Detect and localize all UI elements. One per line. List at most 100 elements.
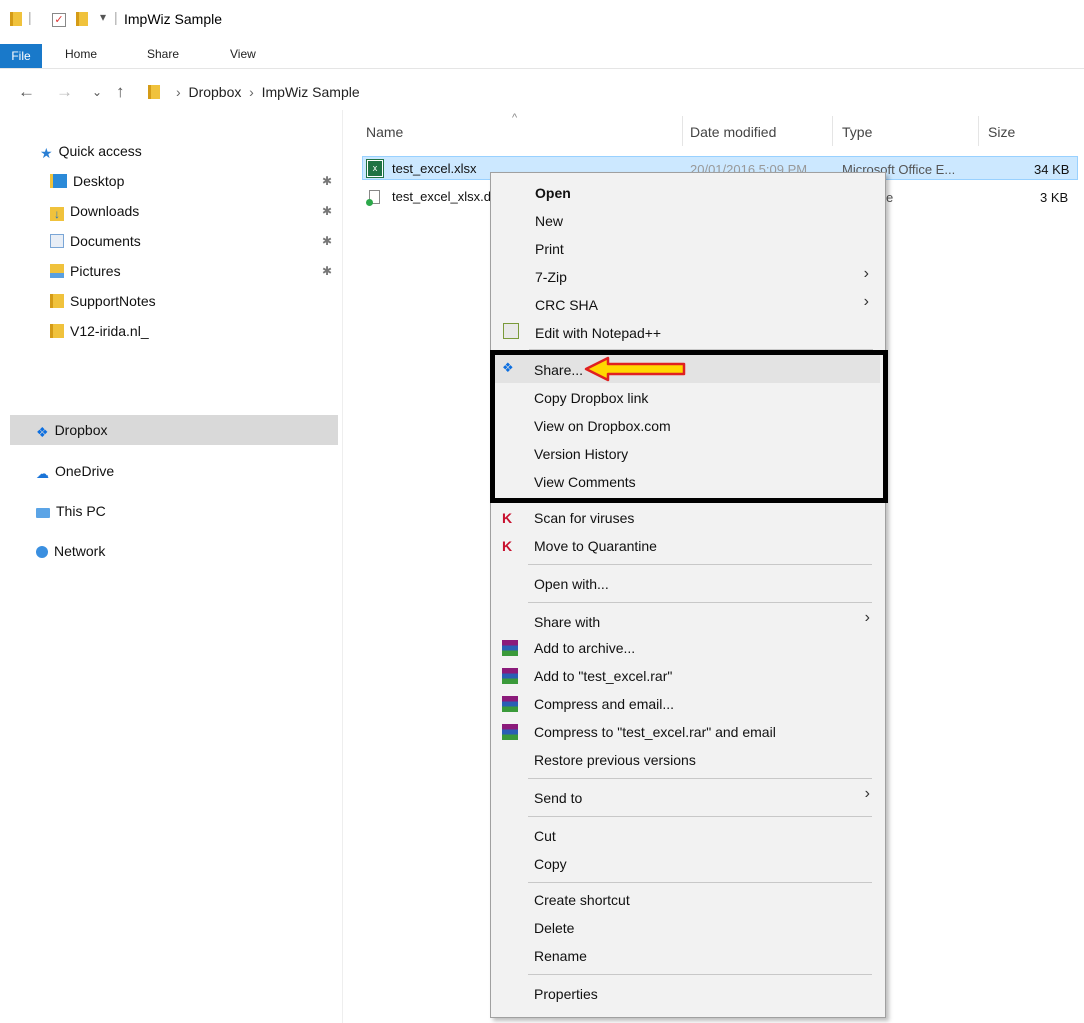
ribbon-tabs: File Home Share View [0,44,1084,69]
column-header-type[interactable]: Type [842,124,872,140]
breadcrumb-dropbox[interactable]: Dropbox [188,84,241,100]
tab-file[interactable]: File [0,44,42,68]
desktop-icon [50,174,67,188]
context-menu-items: ❖ Share... Copy Dropbox link View on Dro… [490,172,886,1018]
downloads-icon: ↓ [50,207,64,221]
nav-pictures[interactable]: Pictures [50,258,121,284]
column-separator[interactable] [978,116,979,146]
nav-v12-irida[interactable]: V12-irida.nl_ [50,318,149,344]
nav-label: OneDrive [55,463,115,479]
pin-icon[interactable]: ✱ [322,234,332,248]
column-header-name[interactable]: Name [366,124,403,140]
address-bar: ← → ⌄ ↑ › Dropbox › ImpWiz Sample [0,76,1084,108]
sort-ascending-icon: ^ [512,112,518,124]
annotation-arrow-icon [584,356,686,382]
navigation-pane: ★ Quick access Desktop ✱ ↓ Downloads ✱ Doc… [0,118,340,1023]
pin-icon[interactable]: ✱ [322,174,332,188]
menu-item-restore-versions[interactable]: Restore previous versions [534,750,696,770]
kaspersky-icon: K [502,510,513,526]
nav-supportnotes[interactable]: SupportNotes [50,288,156,314]
nav-label: Dropbox [54,422,108,438]
pin-icon[interactable]: ✱ [322,204,332,218]
menu-item-compress-email[interactable]: Compress and email... [534,694,674,714]
up-arrow-icon[interactable]: ↑ [116,82,125,102]
menu-item-properties[interactable]: Properties [534,984,598,1004]
file-size: 3 KB [1040,190,1069,205]
kaspersky-icon: K [502,538,513,554]
nav-label: Downloads [70,203,140,219]
nav-downloads[interactable]: ↓ Downloads [50,198,139,224]
winrar-icon [502,696,518,712]
menu-separator [528,778,872,779]
cloud-icon: ☁ [36,466,49,481]
pictures-icon [50,264,64,278]
annotation-highlight-box [490,350,888,503]
menu-item-rename[interactable]: Rename [534,946,587,966]
customize-quick-access-icon[interactable]: ▾ [100,10,106,24]
nav-label: Quick access [58,143,142,159]
tab-home[interactable]: Home [65,47,97,61]
file-size: 34 KB [1034,162,1070,177]
window-title: ImpWiz Sample [124,11,223,27]
forward-arrow-icon[interactable]: → [56,82,73,102]
menu-item-delete[interactable]: Delete [534,918,574,938]
back-arrow-icon[interactable]: ← [18,82,35,102]
network-icon [36,546,48,558]
nav-desktop[interactable]: Desktop [50,168,124,194]
menu-item-scan-viruses[interactable]: Scan for viruses [534,508,634,528]
computer-icon [36,508,50,518]
folder-icon [50,324,64,338]
menu-item-copy[interactable]: Copy [534,854,567,874]
folder-icon [148,85,160,99]
column-separator[interactable] [682,116,683,146]
menu-item-add-archive[interactable]: Add to archive... [534,638,635,658]
tab-view[interactable]: View [230,47,256,61]
sync-status-icon [366,199,373,206]
title-bar: | ✓ ▾ | ImpWiz Sample [0,0,1084,38]
menu-item-move-quarantine[interactable]: Move to Quarantine [534,536,657,556]
column-header-size[interactable]: Size [988,124,1015,140]
column-header-date[interactable]: Date modified [690,124,776,140]
nav-this-pc[interactable]: This PC [36,498,106,524]
pane-divider[interactable] [342,110,343,1023]
nav-dropbox[interactable]: ❖ Dropbox [36,417,107,443]
file-name[interactable]: test_excel.xlsx [392,161,477,176]
breadcrumb-chevron-icon: › [249,84,254,100]
menu-item-share-with[interactable]: Share with [534,612,600,632]
nav-onedrive[interactable]: ☁ OneDrive [36,458,114,484]
separator: | [114,9,118,25]
nav-documents[interactable]: Documents [50,228,141,254]
recent-locations-chevron-icon[interactable]: ⌄ [92,85,102,99]
documents-icon [50,234,64,248]
menu-item-add-to-rar[interactable]: Add to "test_excel.rar" [534,666,672,686]
folder-icon [50,294,64,308]
file-name[interactable]: test_excel_xlsx.d [392,189,491,204]
menu-item-open-with[interactable]: Open with... [534,574,609,594]
winrar-icon [502,724,518,740]
tab-share[interactable]: Share [147,47,179,61]
column-separator[interactable] [832,116,833,146]
file-type: e [886,190,894,205]
nav-network[interactable]: Network [36,538,105,564]
menu-item-cut[interactable]: Cut [534,826,556,846]
breadcrumb: › Dropbox › ImpWiz Sample [176,84,360,100]
menu-item-send-to[interactable]: Send to [534,788,582,808]
submenu-arrow-icon: › [864,785,870,802]
nav-quick-access[interactable]: ★ Quick access [40,138,142,164]
winrar-icon [502,640,518,656]
menu-item-create-shortcut[interactable]: Create shortcut [534,890,630,910]
new-folder-icon[interactable] [76,12,88,26]
menu-item-compress-rar-email[interactable]: Compress to "test_excel.rar" and email [534,722,776,742]
dropbox-icon: ❖ [36,424,49,440]
excel-file-icon: x [366,159,384,178]
submenu-arrow-icon: › [864,609,870,626]
pin-icon[interactable]: ✱ [322,264,332,278]
breadcrumb-impwiz[interactable]: ImpWiz Sample [262,84,360,100]
folder-icon [10,12,22,26]
properties-check-icon[interactable]: ✓ [52,13,66,27]
nav-label: SupportNotes [70,293,156,309]
arrow-shape [584,356,686,382]
nav-label: Pictures [70,263,121,279]
breadcrumb-chevron-icon: › [176,84,181,100]
menu-separator [528,816,872,817]
